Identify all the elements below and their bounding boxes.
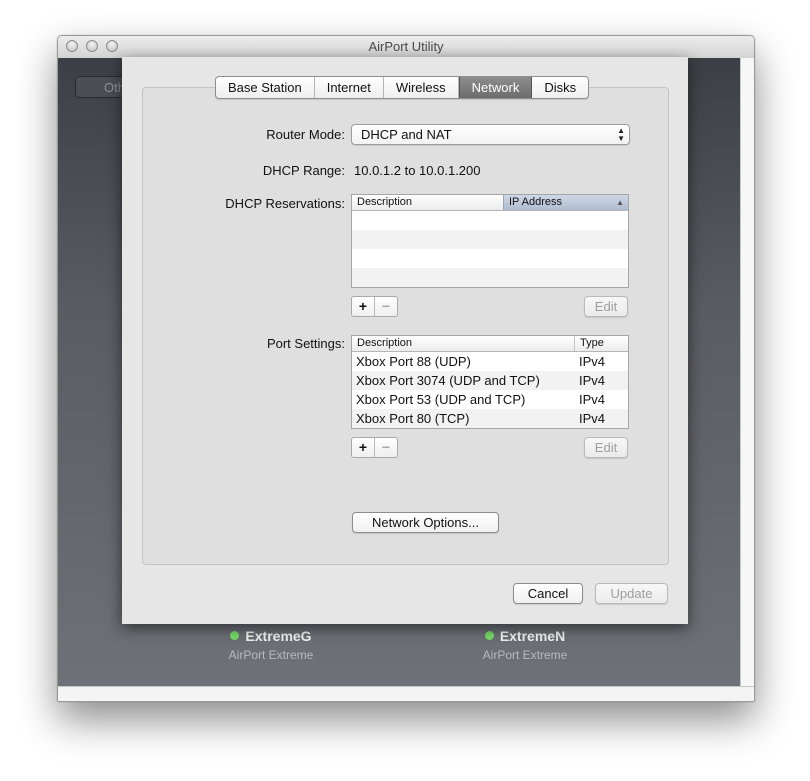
remove-port-button[interactable]: − — [374, 438, 397, 457]
network-panel — [142, 87, 669, 565]
table-row — [352, 230, 628, 249]
device-model: AirPort Extreme — [228, 648, 314, 662]
port-type: IPv4 — [579, 392, 606, 407]
sort-ascending-icon: ▲ — [616, 198, 624, 207]
edit-port-button[interactable]: Edit — [584, 437, 628, 458]
column-header-type[interactable]: Type — [575, 336, 628, 351]
column-header-label: IP Address — [509, 196, 562, 208]
tab-network[interactable]: Network — [458, 77, 533, 98]
status-dot-icon — [230, 631, 240, 640]
port-type: IPv4 — [579, 411, 606, 426]
port-settings-label: Port Settings: — [266, 336, 345, 351]
network-options-button[interactable]: Network Options... — [352, 512, 499, 533]
title-bar: AirPort Utility — [58, 36, 754, 59]
column-header-description[interactable]: Description — [352, 336, 575, 351]
dhcp-range-label: DHCP Range: — [262, 163, 345, 178]
settings-sheet: Base Station Internet Wireless Network D… — [122, 57, 688, 624]
device-model: AirPort Extreme — [482, 648, 568, 662]
device-name: ExtremeN — [499, 628, 566, 644]
dhcp-reservations-label: DHCP Reservations: — [225, 196, 345, 211]
port-description: Xbox Port 80 (TCP) — [356, 411, 470, 426]
column-header-description[interactable]: Description — [352, 195, 503, 210]
port-type: IPv4 — [579, 354, 606, 369]
window-bottom-bar — [58, 686, 754, 701]
port-description: Xbox Port 53 (UDP and TCP) — [356, 392, 526, 407]
table-row[interactable]: Xbox Port 53 (UDP and TCP) IPv4 — [352, 390, 628, 409]
add-reservation-button[interactable]: + — [352, 297, 374, 316]
dhcp-range-value: 10.0.1.2 to 10.0.1.200 — [354, 163, 481, 178]
table-row[interactable]: Xbox Port 80 (TCP) IPv4 — [352, 409, 628, 428]
update-button[interactable]: Update — [595, 583, 668, 604]
table-header: Description Type — [352, 336, 628, 352]
router-mode-value: DHCP and NAT — [361, 127, 452, 142]
window-title: AirPort Utility — [368, 39, 444, 54]
port-type: IPv4 — [579, 373, 606, 388]
router-mode-label: Router Mode: — [266, 127, 345, 142]
tab-wireless[interactable]: Wireless — [384, 77, 459, 98]
cancel-button[interactable]: Cancel — [513, 583, 583, 604]
table-row[interactable]: Xbox Port 3074 (UDP and TCP) IPv4 — [352, 371, 628, 390]
tab-base-station[interactable]: Base Station — [216, 77, 315, 98]
add-port-button[interactable]: + — [352, 438, 374, 457]
table-row — [352, 249, 628, 268]
remove-reservation-button[interactable]: − — [374, 297, 397, 316]
reservation-add-remove: + − — [351, 296, 398, 317]
column-header-ip-address[interactable]: IP Address ▲ — [503, 195, 628, 210]
device-extremen[interactable]: ExtremeN AirPort Extreme — [440, 628, 610, 662]
port-description: Xbox Port 3074 (UDP and TCP) — [356, 373, 540, 388]
port-description: Xbox Port 88 (UDP) — [356, 354, 471, 369]
dhcp-reservations-table[interactable]: Description IP Address ▲ — [351, 194, 629, 288]
table-row — [352, 211, 628, 230]
table-header: Description IP Address ▲ — [352, 195, 628, 211]
window-right-edge — [740, 58, 754, 686]
table-row[interactable]: Xbox Port 88 (UDP) IPv4 — [352, 352, 628, 371]
tab-disks[interactable]: Disks — [532, 77, 588, 98]
edit-reservation-button[interactable]: Edit — [584, 296, 628, 317]
tab-internet[interactable]: Internet — [315, 77, 384, 98]
device-extremeg[interactable]: ExtremeG AirPort Extreme — [186, 628, 356, 662]
router-mode-select[interactable]: DHCP and NAT ▲ ▼ — [351, 124, 630, 145]
updown-arrows-icon: ▲ ▼ — [617, 126, 625, 143]
device-name: ExtremeG — [245, 628, 312, 644]
status-dot-icon — [484, 631, 494, 640]
port-settings-table[interactable]: Description Type Xbox Port 88 (UDP) IPv4… — [351, 335, 629, 429]
port-add-remove: + − — [351, 437, 398, 458]
table-row — [352, 268, 628, 287]
tab-bar: Base Station Internet Wireless Network D… — [215, 76, 590, 99]
